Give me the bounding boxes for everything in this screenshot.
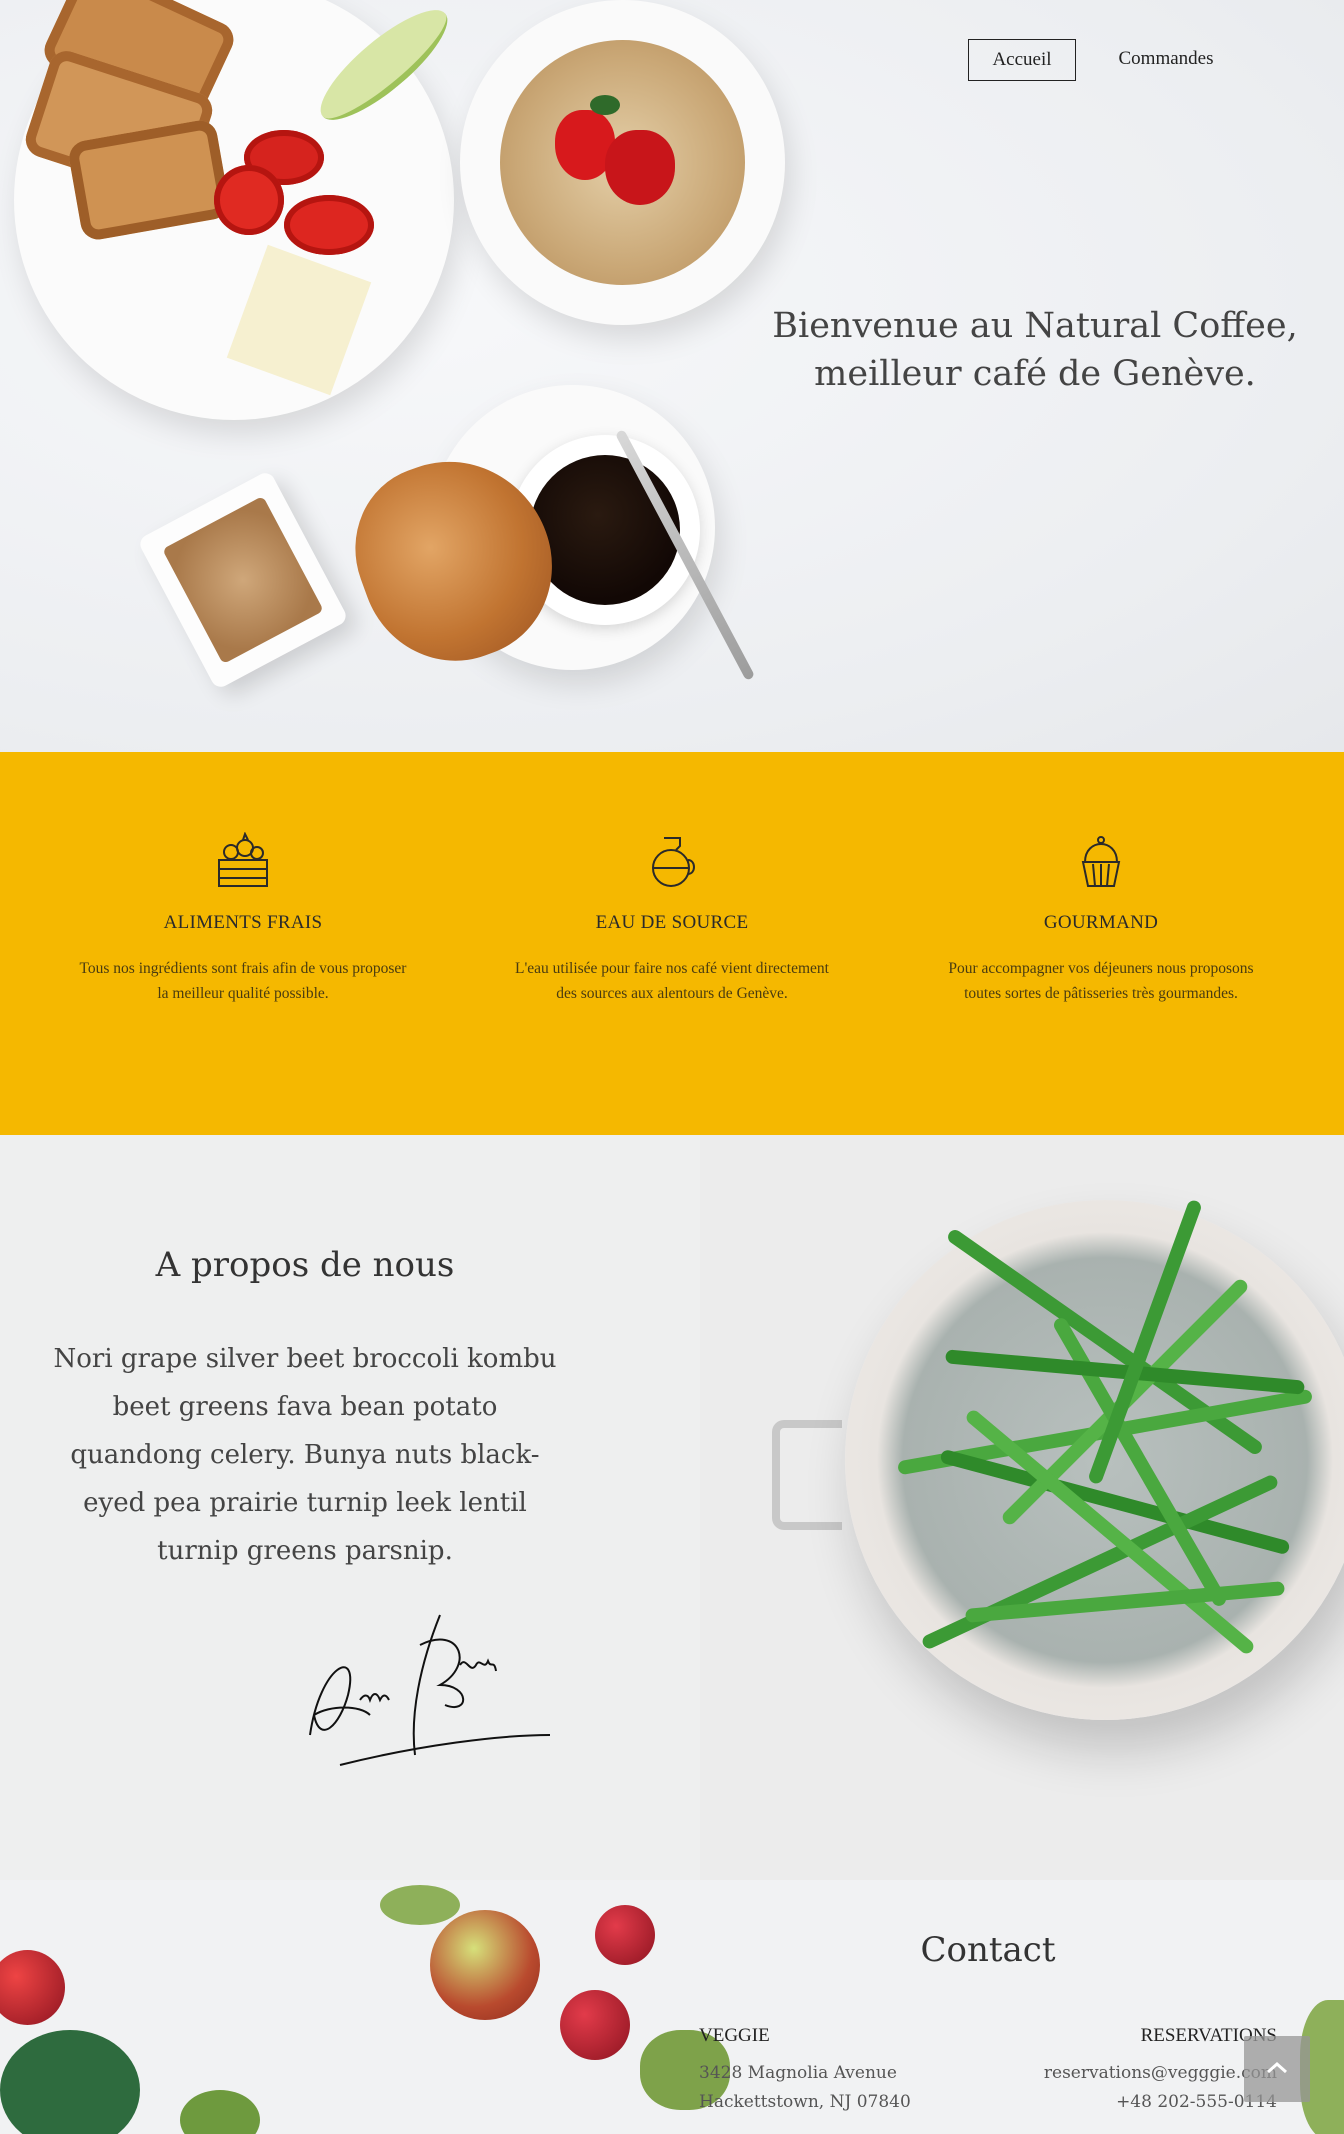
contact-section: Contact VEGGIE 3428 Magnolia Avenue Hack… bbox=[0, 1880, 1344, 2134]
feature-spring-water: EAU DE SOURCE L'eau utilisée pour faire … bbox=[507, 832, 837, 1006]
contact-title: Contact bbox=[920, 1930, 1056, 1970]
about-section: A propos de nous Nori grape silver beet … bbox=[0, 1135, 1344, 1880]
coffee-pot-icon bbox=[652, 837, 695, 887]
contact-email[interactable]: reservations@vegggie.com bbox=[1044, 2063, 1277, 2083]
hero-section: Accueil Commandes Bienvenue au Natural C… bbox=[0, 0, 1344, 752]
about-title: A propos de nous bbox=[155, 1245, 455, 1285]
features-section: ALIMENTS FRAIS Tous nos ingrédients sont… bbox=[0, 752, 1344, 1135]
contact-address-line2: Hackettstown, NJ 07840 bbox=[699, 2092, 911, 2112]
feature-title: ALIMENTS FRAIS bbox=[163, 912, 323, 933]
feature-gourmet: GOURMAND Pour accompagner vos déjeuners … bbox=[936, 832, 1266, 1006]
feature-text: Tous nos ingrédients sont frais afin de … bbox=[79, 960, 407, 1002]
nav-commandes-link[interactable]: Commandes bbox=[1096, 39, 1236, 81]
feature-text: L'eau utilisée pour faire nos café vient… bbox=[515, 960, 829, 1002]
muesli-bowl-image bbox=[460, 0, 785, 325]
contact-veggie-heading: VEGGIE bbox=[699, 2025, 770, 2046]
about-text: Nori grape silver beet broccoli kombu be… bbox=[53, 1344, 557, 1566]
back-to-top-button[interactable] bbox=[1244, 2036, 1310, 2102]
nav-accueil-link[interactable]: Accueil bbox=[968, 39, 1076, 81]
main-nav: Accueil Commandes bbox=[944, 39, 1344, 81]
fruit-background-image bbox=[0, 1880, 760, 2134]
contact-address-line1: 3428 Magnolia Avenue bbox=[699, 2063, 897, 2083]
feature-text: Pour accompagner vos déjeuners nous prop… bbox=[948, 960, 1254, 1002]
hero-title-line1: Bienvenue au Natural Coffee, bbox=[772, 306, 1298, 346]
granola-dish-image bbox=[136, 469, 350, 691]
hero-title-line2: meilleur café de Genève. bbox=[814, 354, 1256, 394]
feature-title: EAU DE SOURCE bbox=[595, 912, 749, 933]
signature-image bbox=[309, 1614, 551, 1766]
feature-title: GOURMAND bbox=[1043, 912, 1159, 933]
green-beans-image bbox=[700, 1135, 1344, 1880]
vegetable-crate-icon bbox=[218, 832, 268, 887]
feature-fresh-food: ALIMENTS FRAIS Tous nos ingrédients sont… bbox=[78, 832, 408, 1006]
cupcake-icon bbox=[1081, 836, 1121, 887]
chevron-up-icon bbox=[1267, 2061, 1287, 2074]
breakfast-plate-image bbox=[14, 0, 462, 420]
hero-title: Bienvenue au Natural Coffee, meilleur ca… bbox=[760, 302, 1310, 398]
